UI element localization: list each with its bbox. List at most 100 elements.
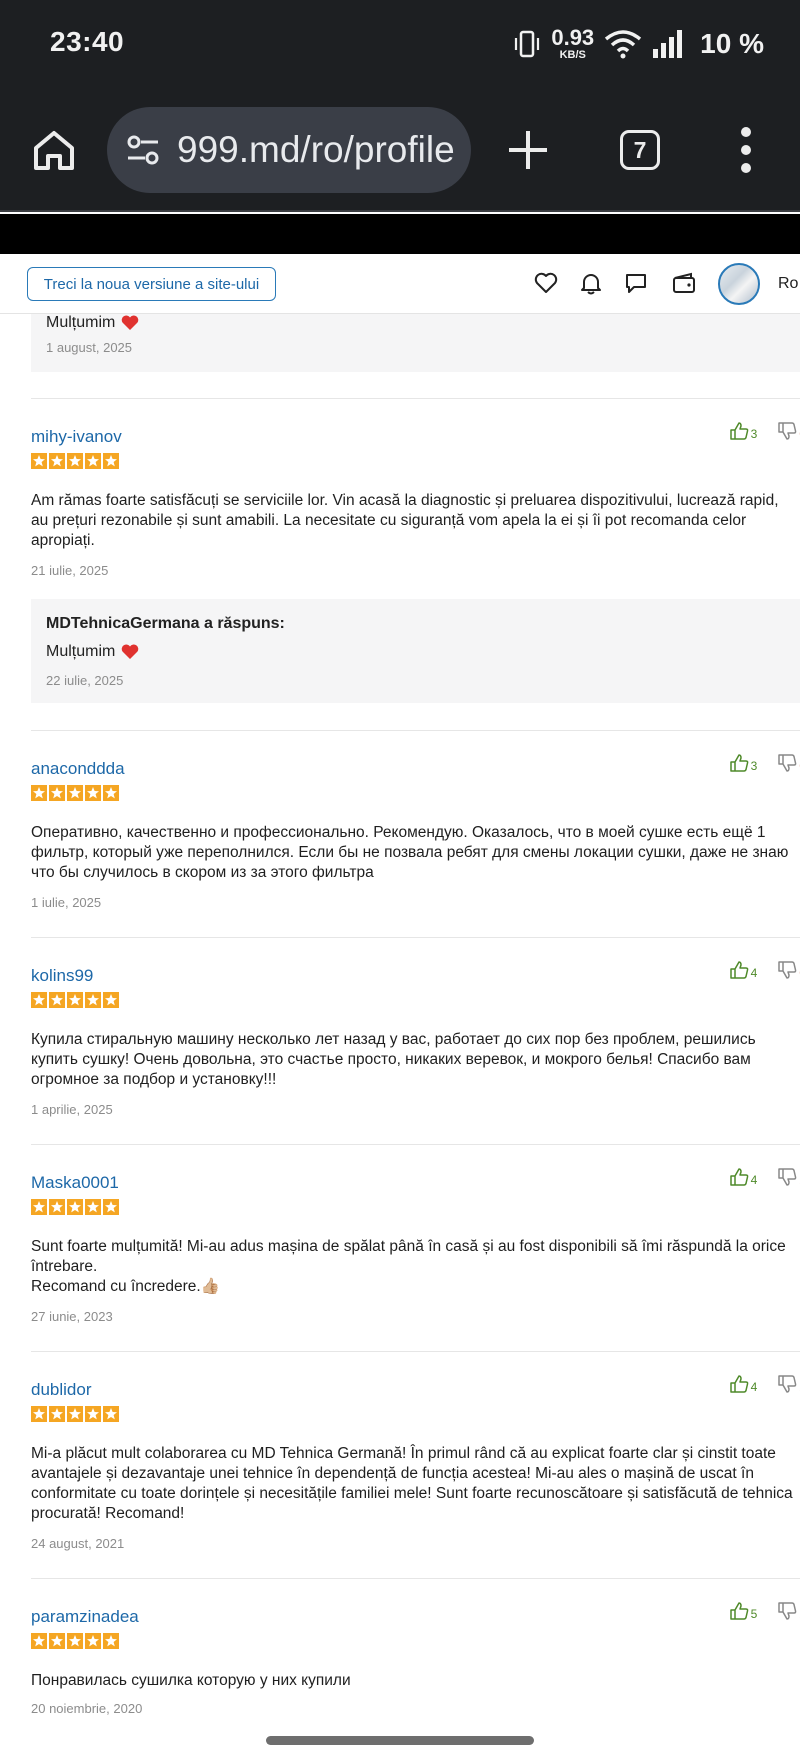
status-bar: 23:40 0.93 KB/S 10 % xyxy=(0,0,800,88)
star-rating xyxy=(31,453,119,469)
status-icons: 0.93 KB/S 10 % xyxy=(513,24,764,64)
review-item: anaconddda 3 0 Оперативно, качественно и… xyxy=(31,730,800,936)
star-icon xyxy=(31,1633,47,1649)
star-icon xyxy=(49,785,65,801)
tabs-icon[interactable]: 7 xyxy=(620,130,660,170)
star-icon xyxy=(49,1633,65,1649)
review-username[interactable]: paramzinadea xyxy=(31,1607,139,1627)
star-icon xyxy=(85,1199,101,1215)
star-icon xyxy=(67,785,83,801)
star-icon xyxy=(31,1406,47,1422)
bell-icon[interactable] xyxy=(578,270,604,296)
heart-icon[interactable] xyxy=(533,270,559,296)
review-item: Maska0001 4 2 Sunt foarte mulțumită! Mi-… xyxy=(31,1144,800,1350)
new-version-button[interactable]: Treci la noua versiune a site-ului xyxy=(27,267,276,301)
star-icon xyxy=(31,992,47,1008)
wallet-icon[interactable] xyxy=(671,270,697,296)
like-count: 4 xyxy=(750,1173,758,1187)
plus-icon[interactable] xyxy=(506,128,550,172)
dislike-button[interactable]: 2 xyxy=(777,1601,800,1621)
star-icon xyxy=(49,1199,65,1215)
vote-buttons: 5 2 xyxy=(729,1601,800,1621)
like-button[interactable]: 4 xyxy=(729,960,757,980)
like-count: 4 xyxy=(750,1380,758,1394)
review-item: mihy-ivanov 3 0 Am rămas foarte satisfăc… xyxy=(31,398,800,728)
review-username[interactable]: mihy-ivanov xyxy=(31,427,122,447)
tab-count: 7 xyxy=(633,136,647,163)
review-date: 24 august, 2021 xyxy=(31,1536,125,1551)
like-button[interactable]: 3 xyxy=(729,421,757,441)
gesture-home-bar[interactable] xyxy=(266,1736,534,1745)
thumb-up-icon xyxy=(729,422,748,440)
reply-message: Mulțumim xyxy=(46,314,116,331)
thumb-down-icon xyxy=(778,1375,797,1393)
dislike-button[interactable]: 0 xyxy=(777,421,800,441)
review-username[interactable]: Maska0001 xyxy=(31,1173,119,1193)
vote-buttons: 3 0 xyxy=(729,421,800,441)
address-bar[interactable]: 999.md/ro/profile xyxy=(107,107,471,193)
review-text-line: Recomand cu încredere.👍🏼 xyxy=(31,1278,221,1295)
signal-icon xyxy=(653,30,683,58)
star-icon xyxy=(103,992,119,1008)
more-icon[interactable] xyxy=(740,126,752,174)
battery-level: 10 % xyxy=(700,28,764,59)
dislike-button[interactable]: 2 xyxy=(777,1374,800,1394)
vote-buttons: 4 0 xyxy=(729,960,800,980)
thumb-up-icon xyxy=(729,1602,748,1620)
review-username[interactable]: anaconddda xyxy=(31,759,125,779)
star-icon xyxy=(103,785,119,801)
star-icon xyxy=(67,1406,83,1422)
review-date: 1 aprilie, 2025 xyxy=(31,1102,113,1117)
thumb-down-icon xyxy=(778,754,797,772)
avatar[interactable] xyxy=(718,263,760,305)
dislike-button[interactable]: 2 xyxy=(777,1167,800,1187)
like-button[interactable]: 4 xyxy=(729,1374,758,1394)
vote-buttons: 4 2 xyxy=(729,1167,800,1187)
review-item: dublidor 4 2 Mi-a plăcut mult colaborare… xyxy=(31,1351,800,1577)
url-text: 999.md/ro/profile xyxy=(177,129,455,170)
tune-icon[interactable] xyxy=(125,132,161,168)
vote-buttons: 4 2 xyxy=(729,1374,800,1394)
thumb-up-icon xyxy=(729,754,748,772)
review-username[interactable]: kolins99 xyxy=(31,966,93,986)
dislike-button[interactable]: 0 xyxy=(777,753,800,773)
reply-text: Mulțumim xyxy=(46,643,139,661)
reply-author: MDTehnicaGermana a răspuns: xyxy=(46,615,285,632)
star-icon xyxy=(67,1633,83,1649)
star-icon xyxy=(103,1199,119,1215)
review-text: Mi-a plăcut mult colaborarea cu MD Tehni… xyxy=(31,1445,793,1522)
reply-box: MDTehnicaGermana a răspuns: Mulțumim 22 … xyxy=(31,599,800,703)
like-button[interactable]: 3 xyxy=(729,753,757,773)
review-text: Купила стиральную машину несколько лет н… xyxy=(31,1031,756,1088)
home-icon[interactable] xyxy=(30,126,78,174)
network-speed: 0.93 KB/S xyxy=(551,27,594,61)
review-date: 1 iulie, 2025 xyxy=(31,895,102,910)
star-icon xyxy=(49,992,65,1008)
star-rating xyxy=(31,992,119,1008)
star-icon xyxy=(85,453,101,469)
thumb-up-icon xyxy=(729,961,748,979)
star-icon xyxy=(67,992,83,1008)
star-icon xyxy=(31,1199,47,1215)
review-text: Понравилась сушилка которую у них купили xyxy=(31,1672,351,1689)
wifi-icon xyxy=(605,30,642,59)
dislike-button[interactable]: 0 xyxy=(777,960,800,980)
review-date: 21 iulie, 2025 xyxy=(31,563,109,578)
chat-icon[interactable] xyxy=(623,270,649,296)
like-button[interactable]: 5 xyxy=(729,1601,757,1621)
star-rating xyxy=(31,1406,119,1422)
star-icon xyxy=(49,1406,65,1422)
star-icon xyxy=(67,1199,83,1215)
language-selector[interactable]: Ro ▾ xyxy=(778,273,800,293)
red-heart-icon xyxy=(122,315,139,330)
review-item: kolins99 4 0 Купила стиральную машину не… xyxy=(31,937,800,1143)
site-header: Treci la noua versiune a site-ului Ro ▾ xyxy=(0,254,800,314)
star-icon xyxy=(103,453,119,469)
thumb-up-icon xyxy=(729,1375,748,1393)
review-username[interactable]: dublidor xyxy=(31,1380,92,1400)
like-button[interactable]: 4 xyxy=(729,1167,758,1187)
star-icon xyxy=(31,453,47,469)
star-icon xyxy=(103,1406,119,1422)
star-icon xyxy=(67,453,83,469)
reply-date: 1 august, 2025 xyxy=(46,340,133,355)
